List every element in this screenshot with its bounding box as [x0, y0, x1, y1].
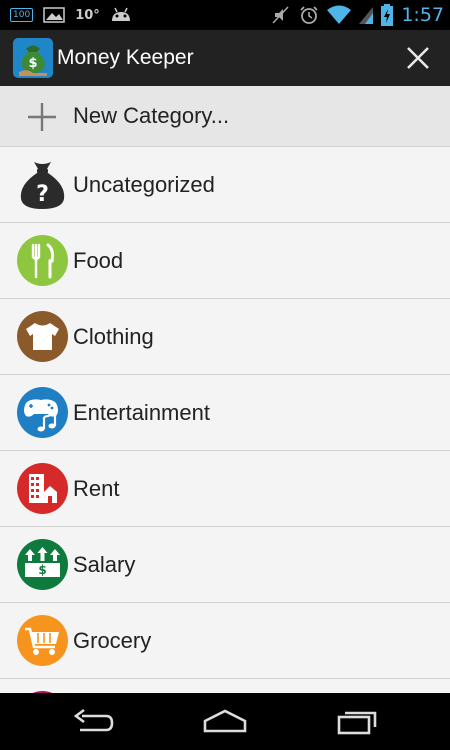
- money-arrows-icon: $: [17, 539, 68, 590]
- alarm-icon: [299, 5, 319, 25]
- android-icon: [110, 6, 132, 24]
- list-item-entertainment[interactable]: Entertainment: [0, 375, 450, 451]
- tshirt-icon: [17, 311, 68, 362]
- home-icon: [203, 709, 247, 733]
- category-list: New Category... ? Uncategorized Food Clo…: [0, 86, 450, 699]
- status-bar: 100 10° 1:57: [0, 0, 450, 30]
- svg-text:$: $: [38, 563, 46, 577]
- svg-text:?: ?: [36, 182, 49, 207]
- list-item-clothing[interactable]: Clothing: [0, 299, 450, 375]
- category-label: Clothing: [73, 324, 154, 349]
- signal-icon: [359, 5, 374, 25]
- building-icon: [17, 463, 68, 514]
- category-label: Rent: [73, 476, 120, 501]
- list-item-food[interactable]: Food: [0, 223, 450, 299]
- plus-icon: [28, 103, 56, 131]
- new-category-label: New Category...: [73, 103, 230, 128]
- shopping-cart-icon: [17, 615, 68, 666]
- temperature-text: 10°: [75, 7, 100, 23]
- action-bar: $ Money Keeper: [0, 30, 450, 87]
- home-button[interactable]: [201, 707, 249, 737]
- navigation-bar: [0, 693, 450, 750]
- category-label: Uncategorized: [73, 172, 215, 197]
- app-logo-icon: $: [13, 38, 53, 78]
- back-button[interactable]: [70, 707, 118, 737]
- back-icon: [73, 708, 114, 732]
- recent-apps-icon: [337, 711, 377, 735]
- close-icon: [407, 47, 429, 69]
- mute-icon: [271, 5, 291, 25]
- list-item-grocery[interactable]: Grocery: [0, 603, 450, 679]
- list-item-uncategorized[interactable]: ? Uncategorized: [0, 147, 450, 223]
- battery-icon: [381, 4, 394, 26]
- category-label: Entertainment: [73, 400, 210, 425]
- money-bag-question-icon: ?: [20, 162, 65, 209]
- recent-apps-button[interactable]: [333, 707, 381, 737]
- list-item-rent[interactable]: Rent: [0, 451, 450, 527]
- close-button[interactable]: [402, 42, 434, 74]
- new-category-item[interactable]: New Category...: [0, 86, 450, 147]
- svg-text:$: $: [28, 56, 37, 71]
- wifi-icon: [327, 5, 352, 25]
- battery-notification-icon: 100: [10, 8, 34, 22]
- category-label: Food: [73, 248, 124, 273]
- gallery-icon: [43, 6, 65, 24]
- fork-knife-icon: [17, 235, 68, 286]
- gamepad-music-icon: [17, 387, 68, 438]
- app-title: Money Keeper: [57, 46, 194, 69]
- list-item-salary[interactable]: $ Salary: [0, 527, 450, 603]
- category-label: Salary: [73, 552, 136, 577]
- clock-text: 1:57: [401, 4, 444, 26]
- category-label: Grocery: [73, 628, 152, 653]
